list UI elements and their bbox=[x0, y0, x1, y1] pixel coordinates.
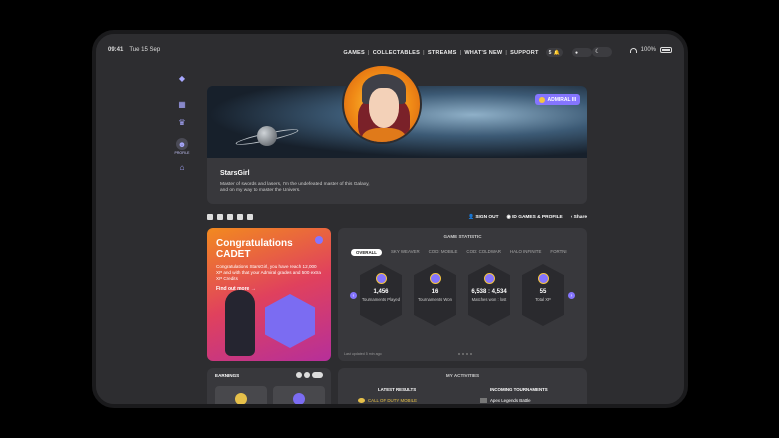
games-profile-button[interactable]: ◉ ID GAMES & PROFILE bbox=[507, 215, 563, 220]
earnings-panel: EARNINGS bbox=[207, 368, 331, 404]
medal-icon bbox=[375, 273, 387, 284]
nav-games[interactable]: GAMES bbox=[343, 50, 365, 56]
moon-icon: ☾ bbox=[595, 49, 601, 55]
user-menu-button[interactable]: ● bbox=[572, 48, 592, 57]
wifi-icon bbox=[629, 47, 637, 53]
apps-grid-icon[interactable]: ▦ bbox=[176, 98, 188, 110]
incoming-tournament-item[interactable]: Apex Legends Battle bbox=[480, 398, 531, 403]
shield-rank-icon bbox=[265, 294, 315, 348]
stats-title: GAME STATISTIC bbox=[443, 234, 482, 239]
trophy-icon bbox=[293, 393, 305, 404]
rank-badge[interactable]: ADMIRAL III bbox=[535, 94, 580, 105]
coin-icon bbox=[539, 96, 546, 103]
earnings-title: EARNINGS bbox=[215, 373, 240, 378]
rank-badge-label: ADMIRAL III bbox=[547, 96, 576, 103]
tablet-frame: 09:41 Tue 15 Sep 100% GAMES | COLLECTABLE… bbox=[92, 30, 688, 408]
stat-card: 16 Tournaments Won bbox=[414, 264, 456, 326]
tab-cod-coldwar[interactable]: COD: COLDWAR bbox=[466, 249, 500, 256]
nav-collectables[interactable]: COLLECTABLES bbox=[373, 50, 420, 56]
app-screen: 09:41 Tue 15 Sep 100% GAMES | COLLECTABLE… bbox=[96, 34, 684, 404]
coin-icon bbox=[235, 393, 247, 404]
instagram-icon[interactable] bbox=[217, 214, 223, 220]
badge-icon bbox=[315, 236, 323, 244]
trophy-icon[interactable]: ♛ bbox=[176, 116, 188, 128]
lock-icon[interactable] bbox=[304, 372, 310, 378]
tab-fortnite[interactable]: FORTNI bbox=[550, 249, 566, 256]
sidebar: ◆ ▦ ♛ ☻ PROFILE ⌂ bbox=[172, 72, 192, 173]
nav-support[interactable]: SUPPORT bbox=[510, 50, 538, 56]
prev-arrow-icon[interactable]: ‹ bbox=[350, 292, 357, 299]
logo-icon[interactable]: ◆ bbox=[176, 72, 188, 84]
notifications-button[interactable]: 5 🔔 bbox=[545, 48, 563, 57]
tab-halo-infinite[interactable]: HALO INFINITE bbox=[510, 249, 541, 256]
game-thumbnail bbox=[358, 398, 365, 403]
congrats-desc: Congratulations StarsGirl, you have reac… bbox=[216, 264, 321, 281]
tab-cod-mobile[interactable]: COD: MOBILE bbox=[429, 249, 458, 256]
status-date: Tue 15 Sep bbox=[129, 47, 161, 53]
activities-panel: MY ACTIVITIES LATEST RESULTS INCOMING TO… bbox=[338, 368, 587, 404]
sidebar-profile-label: PROFILE bbox=[174, 151, 190, 155]
info-icon[interactable] bbox=[296, 372, 302, 378]
share-button[interactable]: ‹ Share bbox=[571, 215, 587, 220]
dark-mode-toggle[interactable]: ☾ bbox=[592, 47, 612, 57]
nav-whats-new[interactable]: WHAT'S NEW bbox=[464, 50, 502, 56]
store-icon[interactable]: ⌂ bbox=[176, 161, 188, 173]
latest-results-header: LATEST RESULTS bbox=[378, 387, 417, 392]
earning-card[interactable] bbox=[215, 386, 267, 404]
social-row: 👤 SIGN OUT ◉ ID GAMES & PROFILE ‹ Share bbox=[207, 212, 587, 222]
sign-out-button[interactable]: 👤 SIGN OUT bbox=[468, 215, 499, 220]
stat-card: 55 Total XP bbox=[522, 264, 564, 326]
top-nav: GAMES | COLLECTABLES | STREAMS | WHAT'S NEW… bbox=[343, 48, 592, 57]
next-arrow-icon[interactable]: › bbox=[568, 292, 575, 299]
medal-icon bbox=[483, 273, 495, 284]
profile-bio: Master of swords and lasers, I'm the und… bbox=[220, 182, 370, 193]
stats-tabs: OVERALL SKY WEAVER COD: MOBILE COD: COLD… bbox=[351, 249, 587, 256]
stat-cards: 1,456 Tournaments Played 16 Tournaments … bbox=[360, 264, 564, 326]
status-time: 09:41 bbox=[108, 47, 124, 53]
earnings-toggle[interactable] bbox=[312, 372, 323, 378]
avatar[interactable] bbox=[342, 64, 422, 144]
battery-icon bbox=[660, 47, 672, 53]
medal-icon bbox=[537, 273, 549, 284]
game-thumbnail bbox=[480, 398, 487, 403]
game-statistic-panel: GAME STATISTIC OVERALL SKY WEAVER COD: M… bbox=[338, 228, 587, 361]
pagination-dots bbox=[458, 353, 472, 355]
incoming-tournaments-header: INCOMING TOURNAMENTS bbox=[490, 387, 548, 392]
username: StarsGirl bbox=[220, 170, 250, 177]
stat-card: 6,538 : 4,534 Matches won : lost bbox=[468, 264, 510, 326]
profile-icon[interactable]: ☻ bbox=[176, 138, 188, 150]
nav-streams[interactable]: STREAMS bbox=[428, 50, 457, 56]
medal-icon bbox=[429, 273, 441, 284]
congrats-title: Congratulations CADET bbox=[216, 238, 293, 260]
planet bbox=[257, 126, 277, 146]
notification-count: 5 bbox=[548, 49, 552, 56]
stat-card: 1,456 Tournaments Played bbox=[360, 264, 402, 326]
latest-result-item[interactable]: CALL OF DUTY MOBILE bbox=[358, 398, 417, 403]
twitter-icon[interactable] bbox=[207, 214, 213, 220]
tab-sky-weaver[interactable]: SKY WEAVER bbox=[391, 249, 420, 256]
discord-icon[interactable] bbox=[247, 214, 253, 220]
twitch-icon[interactable] bbox=[237, 214, 243, 220]
user-icon: ● bbox=[575, 49, 579, 56]
battery-percent: 100% bbox=[640, 47, 656, 53]
activities-title: MY ACTIVITIES bbox=[445, 373, 480, 378]
tab-overall[interactable]: OVERALL bbox=[351, 249, 382, 256]
congrats-card: Congratulations CADET Congratulations Sta… bbox=[207, 228, 331, 361]
robot-illustration bbox=[225, 290, 255, 356]
bell-icon: 🔔 bbox=[553, 49, 560, 56]
facebook-icon[interactable] bbox=[227, 214, 233, 220]
earning-card[interactable] bbox=[273, 386, 325, 404]
last-updated: Last updated 5 min ago bbox=[344, 352, 382, 356]
